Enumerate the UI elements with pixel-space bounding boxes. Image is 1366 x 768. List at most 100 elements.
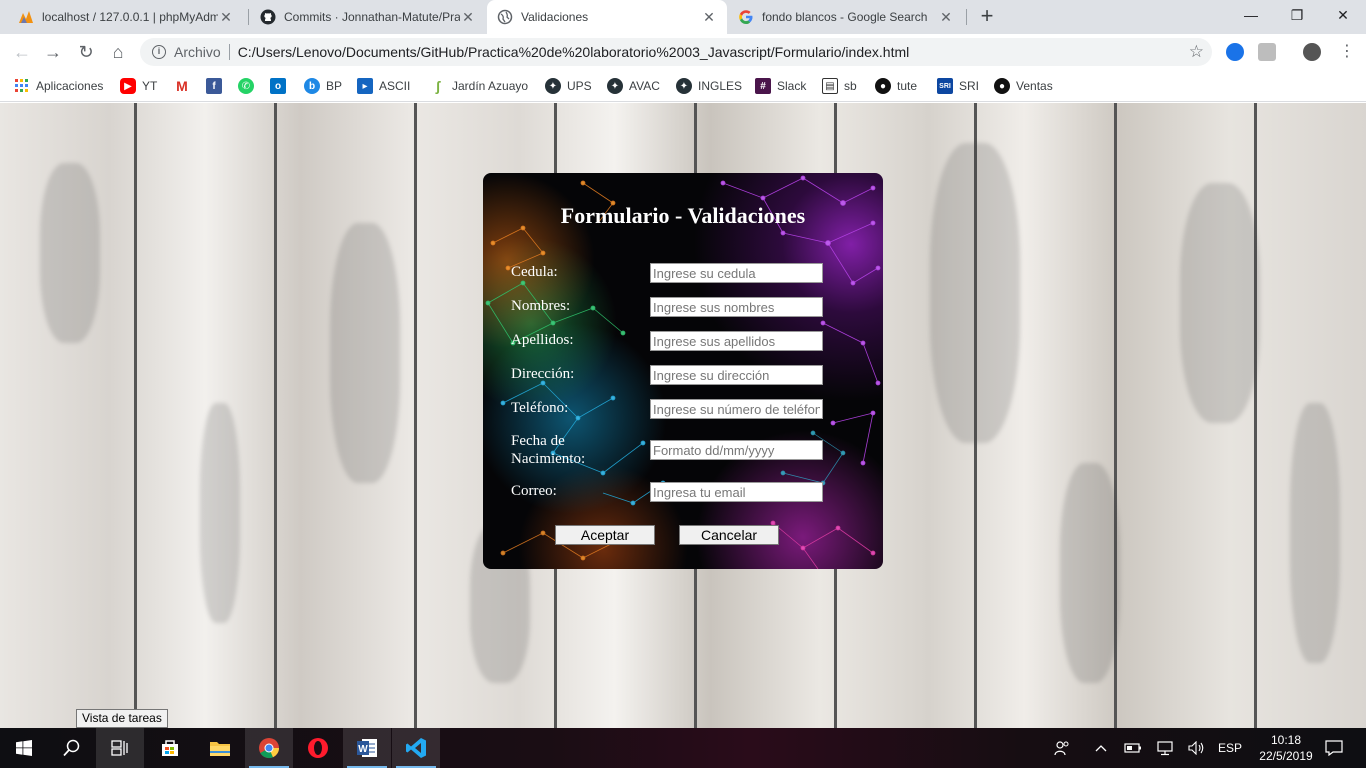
tab-phpmyadmin[interactable]: localhost / 127.0.0.1 | phpMyAdm ✕ — [8, 0, 244, 34]
back-arrow-icon[interactable]: ← — [10, 40, 34, 64]
bookmark-ascii[interactable]: ▸ ASCII — [357, 76, 410, 96]
battery-icon[interactable] — [1122, 728, 1144, 768]
ingles-icon: ✦ — [676, 78, 692, 94]
gmail-icon: M — [176, 78, 188, 94]
system-clock[interactable]: 10:18 22/5/2019 — [1250, 732, 1322, 764]
home-icon[interactable]: ⌂ — [106, 40, 130, 64]
tab-title: localhost / 127.0.0.1 | phpMyAdm — [42, 10, 218, 24]
apellidos-label: Apellidos: — [511, 332, 574, 348]
profile-avatar[interactable] — [1303, 43, 1321, 61]
tab-validaciones[interactable]: Validaciones ✕ — [487, 0, 727, 34]
info-icon[interactable]: i — [152, 45, 166, 59]
bookmark-gmail[interactable]: M — [174, 76, 196, 96]
bookmark-aplicaciones[interactable]: Aplicaciones — [14, 76, 103, 96]
phpmyadmin-icon — [18, 9, 34, 25]
tab-title: fondo blancos - Google Search — [762, 10, 928, 24]
sri-icon: SRI — [937, 78, 953, 94]
bookmark-ingles[interactable]: ✦ INGLES — [676, 76, 742, 96]
direccion-label: Dirección: — [511, 366, 575, 382]
notifications-icon[interactable] — [1320, 728, 1348, 768]
word-icon[interactable]: W — [343, 728, 391, 768]
opera-icon[interactable] — [294, 728, 342, 768]
bookmarks-bar: Aplicaciones ▶ YT M f ✆ o b BP ▸ ASCII ʃ… — [0, 70, 1366, 102]
wood-knot — [200, 403, 240, 623]
bookmark-label: tute — [897, 79, 918, 93]
task-view-icon[interactable] — [96, 728, 144, 768]
ups-icon: ✦ — [545, 78, 561, 94]
bookmark-outlook[interactable]: o — [270, 76, 292, 96]
bookmark-bp[interactable]: b BP — [304, 76, 342, 96]
close-icon[interactable]: ✕ — [218, 9, 234, 26]
wood-knot — [40, 163, 100, 343]
bookmark-slack[interactable]: # Slack — [755, 76, 806, 96]
correo-input[interactable] — [650, 482, 823, 502]
github-icon: ● — [875, 78, 891, 94]
clock-time: 10:18 — [1270, 733, 1302, 747]
tab-github-commits[interactable]: Commits · Jonnathan-Matute/Pra ✕ — [250, 0, 486, 34]
bookmark-avac[interactable]: ✦ AVAC — [607, 76, 660, 96]
menu-kebab-icon[interactable]: ⋮ — [1335, 40, 1359, 64]
store-icon[interactable] — [146, 728, 194, 768]
bookmark-sb[interactable]: ▤ sb — [822, 76, 857, 96]
bookmark-facebook[interactable]: f — [206, 76, 228, 96]
bookmark-tute[interactable]: ● tute — [875, 76, 917, 96]
facebook-icon: f — [206, 78, 222, 94]
bookmark-star-icon[interactable]: ☆ — [1189, 42, 1204, 62]
bookmark-jardin-azuayo[interactable]: ʃ Jardín Azuayo — [430, 76, 528, 96]
search-icon[interactable] — [48, 728, 96, 768]
fecha-nacimiento-input[interactable] — [650, 440, 823, 460]
bookmark-label: Jardín Azuayo — [452, 79, 529, 93]
bookmark-label: YT — [142, 79, 158, 93]
wood-knot — [1290, 403, 1340, 663]
extension-icon[interactable] — [1226, 43, 1244, 61]
vscode-icon[interactable] — [392, 728, 440, 768]
wood-knot — [1060, 463, 1120, 683]
bookmark-label: Aplicaciones — [36, 79, 104, 93]
telefono-input[interactable] — [650, 399, 823, 419]
bookmark-label: ASCII — [379, 79, 411, 93]
accept-button[interactable]: Aceptar — [555, 525, 655, 545]
chevron-up-icon[interactable] — [1090, 728, 1112, 768]
address-bar[interactable]: i Archivo C:/Users/Lenovo/Documents/GitH… — [140, 38, 1212, 66]
language-indicator[interactable]: ESP — [1216, 728, 1244, 768]
people-icon[interactable] — [1050, 728, 1074, 768]
nombres-input[interactable] — [650, 297, 823, 317]
tab-title: Commits · Jonnathan-Matute/Pra — [284, 10, 460, 24]
start-icon[interactable] — [0, 728, 48, 768]
tab-separator — [966, 9, 967, 25]
new-tab-button[interactable]: + — [974, 4, 1000, 30]
network-icon[interactable] — [1154, 728, 1176, 768]
taskbar: W ESP 10:18 22/5/2019 — [0, 728, 1366, 768]
maximize-button[interactable]: ❐ — [1274, 0, 1320, 30]
bookmark-ups[interactable]: ✦ UPS — [545, 76, 592, 96]
close-window-button[interactable]: ✕ — [1320, 0, 1366, 30]
tab-google-search[interactable]: fondo blancos - Google Search ✕ — [728, 0, 964, 34]
minimize-button[interactable]: — — [1228, 0, 1274, 30]
bookmark-sri[interactable]: SRI SRI — [937, 76, 979, 96]
direccion-input[interactable] — [650, 365, 823, 385]
apellidos-input[interactable] — [650, 331, 823, 351]
file-explorer-icon[interactable] — [196, 728, 244, 768]
close-icon[interactable]: ✕ — [938, 9, 954, 26]
chrome-icon[interactable] — [245, 728, 293, 768]
bookmark-yt[interactable]: ▶ YT — [120, 76, 157, 96]
cancel-button[interactable]: Cancelar — [679, 525, 779, 545]
tab-title: Validaciones — [521, 10, 589, 24]
bookmark-label: Ventas — [1016, 79, 1053, 93]
bookmark-label: UPS — [567, 79, 592, 93]
avac-icon: ✦ — [607, 78, 623, 94]
bookmark-ventas[interactable]: ● Ventas — [994, 76, 1053, 96]
forward-arrow-icon[interactable]: → — [41, 40, 65, 64]
reload-icon[interactable]: ↻ — [74, 40, 98, 64]
volume-icon[interactable] — [1186, 728, 1208, 768]
pdf-extension-icon[interactable] — [1258, 43, 1276, 61]
browser-toolbar: ← → ↻ ⌂ i Archivo C:/Users/Lenovo/Docume… — [0, 34, 1366, 70]
url-text[interactable]: C:/Users/Lenovo/Documents/GitHub/Practic… — [238, 44, 910, 60]
ascii-icon: ▸ — [357, 78, 373, 94]
close-icon[interactable]: ✕ — [701, 9, 717, 26]
svg-text:W: W — [358, 744, 368, 755]
close-icon[interactable]: ✕ — [460, 9, 476, 26]
bookmark-label: INGLES — [698, 79, 743, 93]
cedula-input[interactable] — [650, 263, 823, 283]
bookmark-whatsapp[interactable]: ✆ — [238, 76, 260, 96]
